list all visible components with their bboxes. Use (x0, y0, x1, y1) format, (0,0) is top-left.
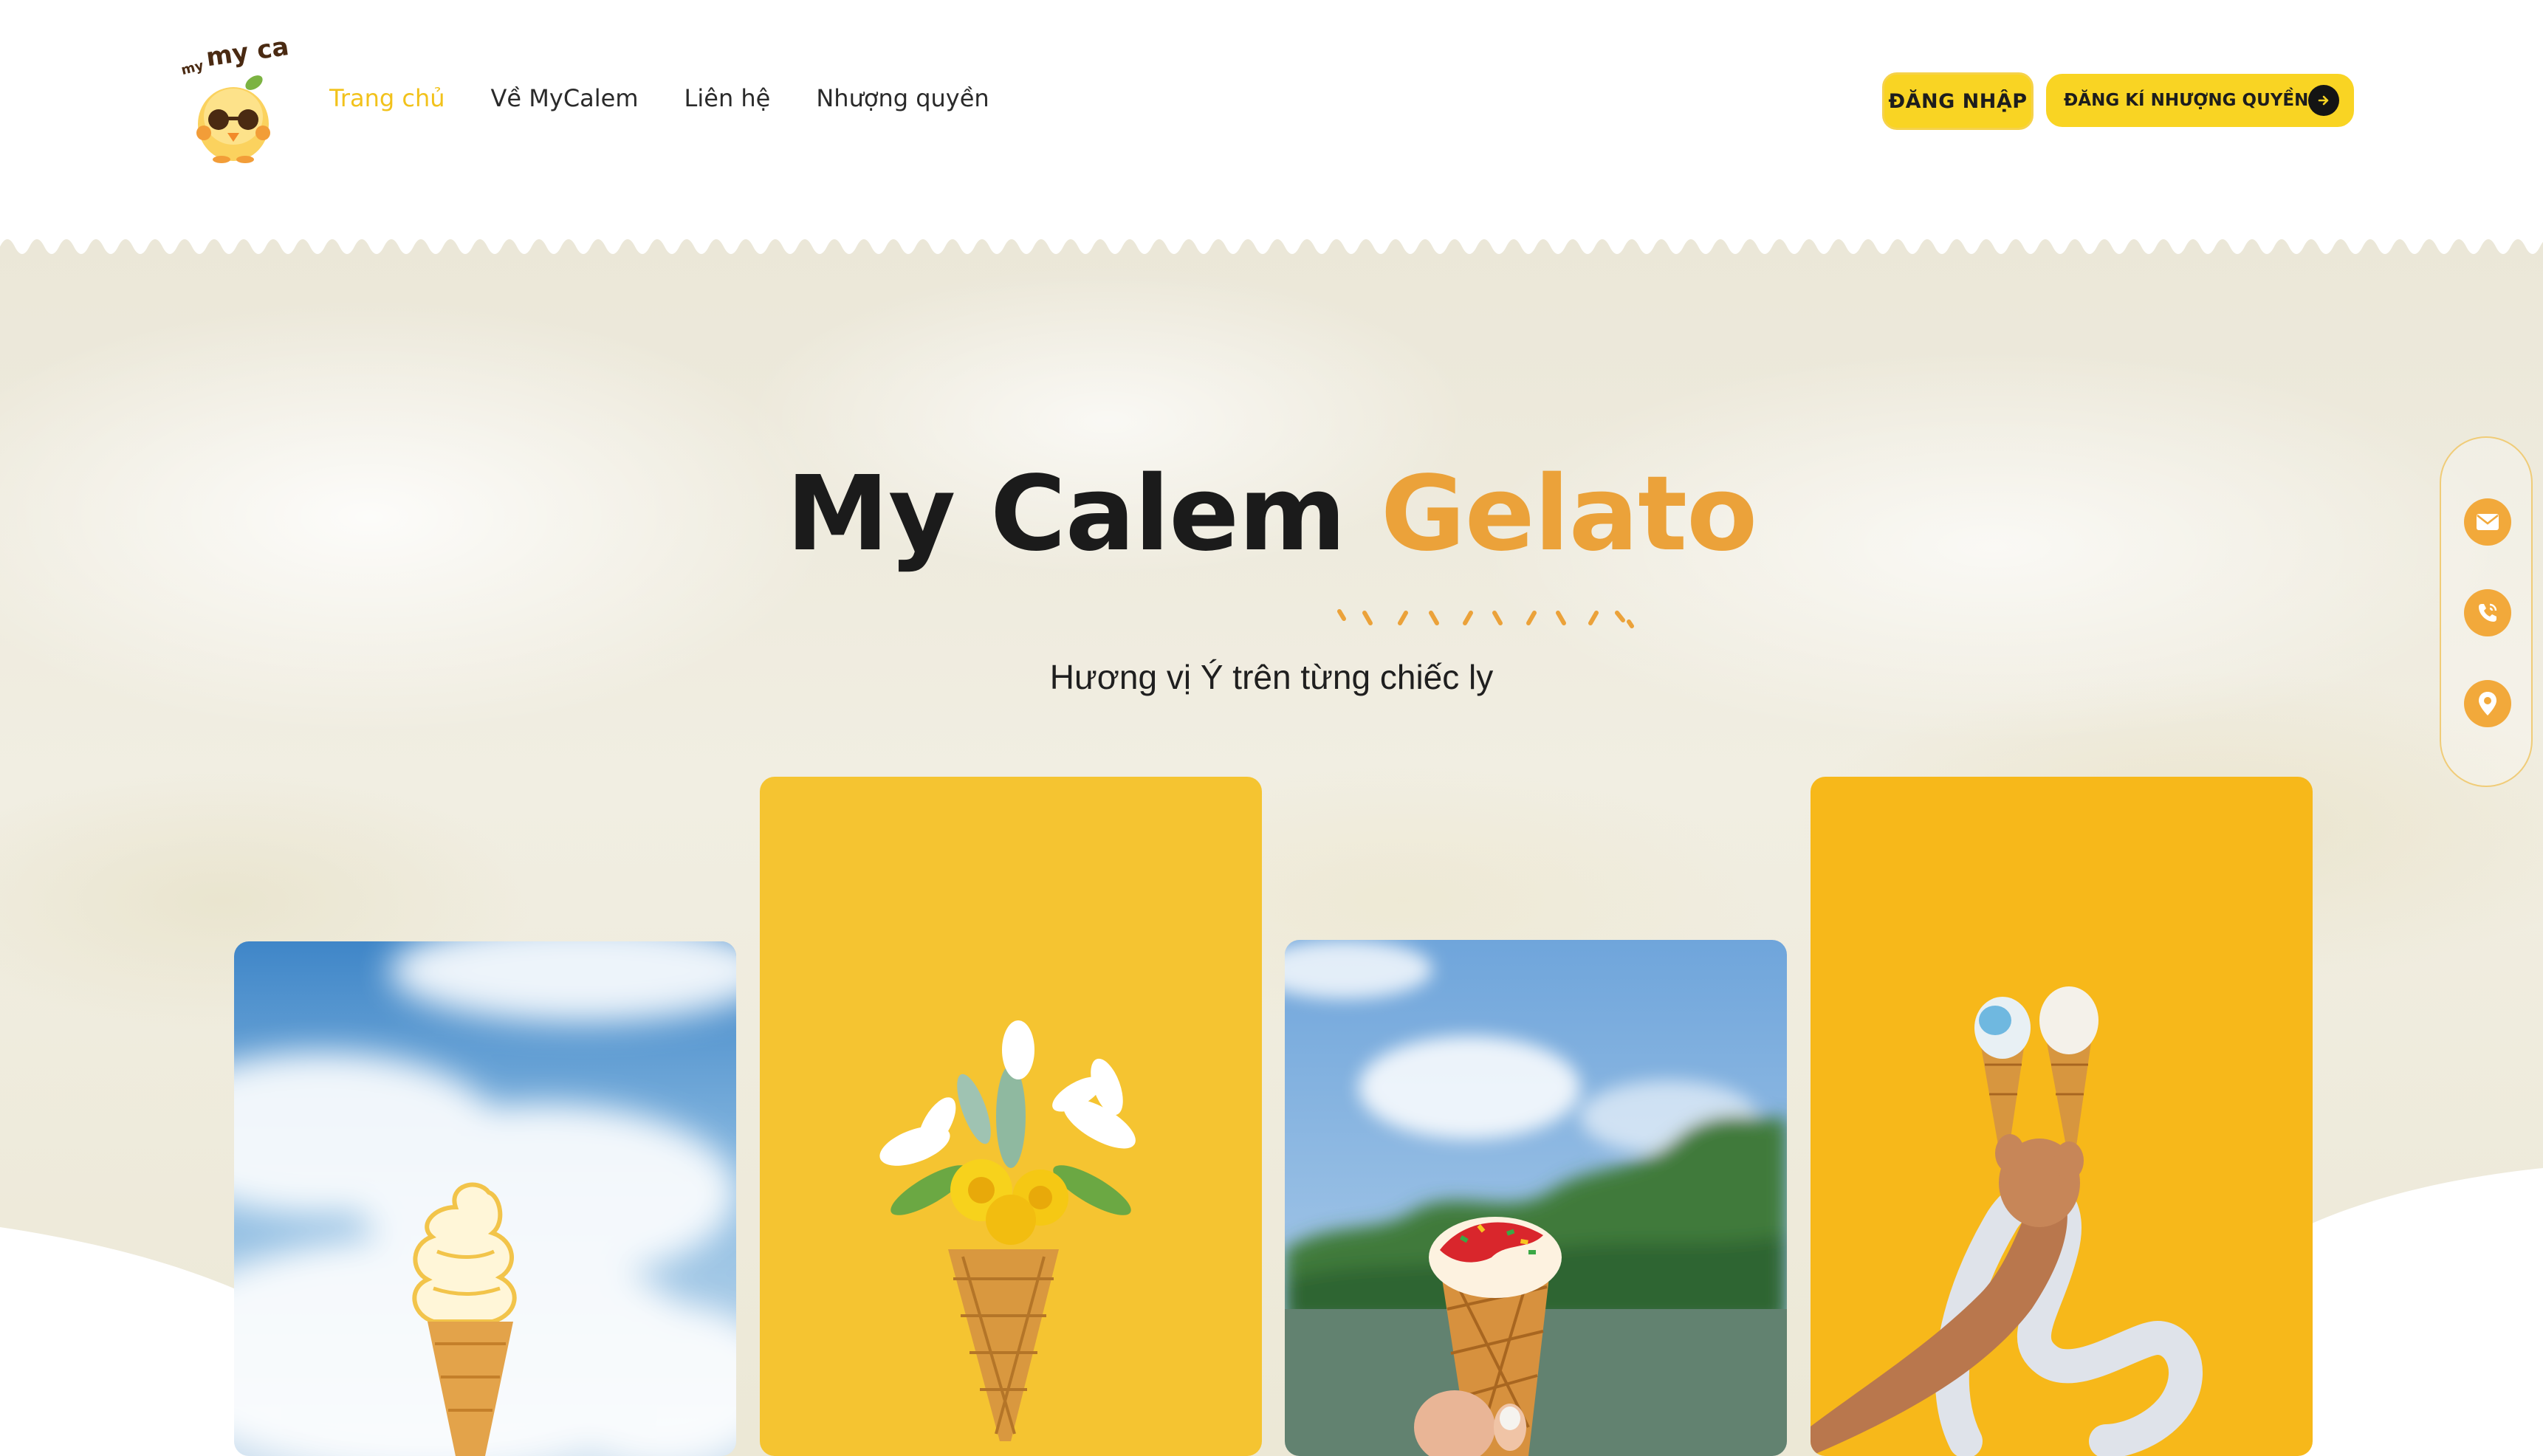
login-button[interactable]: ĐĂNG NHẬP (1882, 72, 2034, 130)
login-button-label: ĐĂNG NHẬP (1888, 89, 2028, 113)
mycalem-logo[interactable]: my my calem (177, 24, 342, 166)
site-header: my my calem Trang chủ Về MyCalem Liên hệ… (0, 0, 2543, 236)
arrow-right-icon (2308, 85, 2339, 116)
decorative-dashes (1337, 609, 1634, 628)
franchise-register-label: ĐĂNG KÍ NHƯỢNG QUYỀN (2064, 91, 2309, 110)
soft-serve-cone-sky-image (234, 941, 736, 1456)
location-pin-icon[interactable] (2464, 680, 2511, 727)
hero-title-accent: Gelato (1380, 454, 1757, 574)
nav-link-about[interactable]: Về MyCalem (491, 84, 639, 112)
hero-subtitle: Hương vị Ý trên từng chiếc ly (1049, 658, 1494, 696)
contact-rail (2440, 436, 2533, 787)
franchise-register-button[interactable]: ĐĂNG KÍ NHƯỢNG QUYỀN (2046, 74, 2354, 127)
mail-icon[interactable] (2464, 498, 2511, 546)
phone-icon[interactable] (2464, 589, 2511, 636)
logo-wordmark-my: my (179, 58, 205, 78)
sprinkle-cone-lake-image (1285, 940, 1787, 1456)
nav-link-home[interactable]: Trang chủ (329, 84, 445, 112)
two-cones-hand-image (1811, 777, 2313, 1456)
nav-link-contact[interactable]: Liên hệ (684, 84, 771, 112)
flower-bouquet-cone-image (760, 777, 1262, 1456)
product-card-3[interactable] (1285, 940, 1787, 1456)
hero-title: My Calem Gelato (0, 454, 2543, 574)
logo-wordmark-calem: my calem (205, 37, 288, 72)
scalloped-edge (0, 236, 2543, 263)
product-card-1[interactable] (234, 941, 736, 1456)
main-nav: Trang chủ Về MyCalem Liên hệ Nhượng quyề… (329, 80, 989, 117)
nav-link-franchise[interactable]: Nhượng quyền (816, 84, 989, 112)
product-card-2[interactable] (760, 777, 1262, 1456)
hero-title-main: My Calem (786, 454, 1346, 574)
product-card-4[interactable] (1811, 777, 2313, 1456)
